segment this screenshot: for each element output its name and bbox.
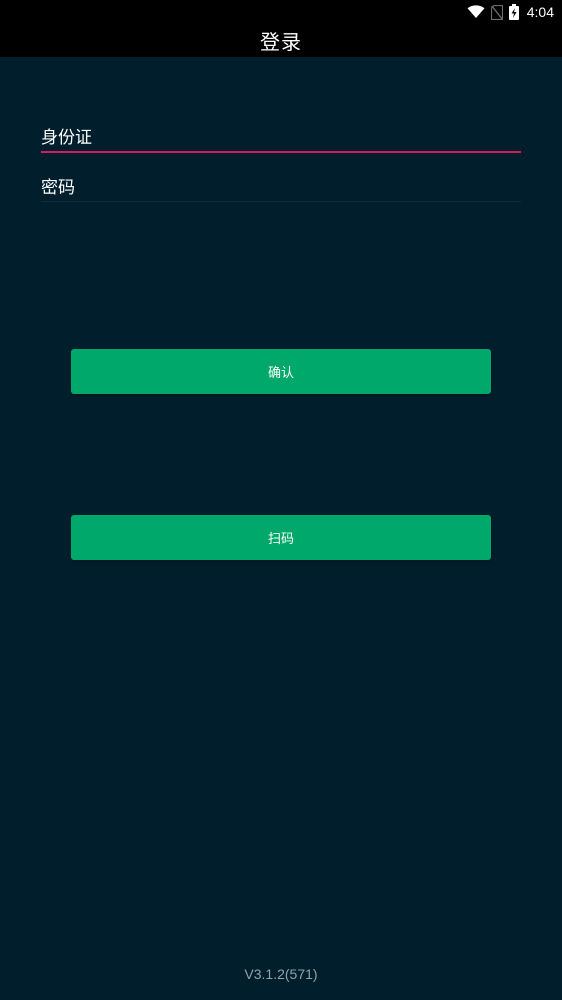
password-input[interactable]: 密码 — [41, 177, 521, 199]
confirm-button[interactable]: 确认 — [71, 349, 491, 394]
battery-charging-icon — [508, 4, 519, 20]
status-bar: 4:04 — [0, 0, 562, 24]
id-card-input[interactable]: 身份证 — [41, 127, 521, 149]
app-bar: 登录 — [0, 24, 562, 57]
wifi-icon — [467, 5, 485, 19]
password-underline — [41, 201, 521, 202]
status-time: 4:04 — [526, 4, 554, 20]
page-title: 登录 — [260, 30, 302, 54]
confirm-button-label: 确认 — [267, 366, 294, 381]
id-card-underline — [41, 151, 521, 153]
scan-button[interactable]: 扫码 — [71, 515, 491, 560]
no-sim-icon — [490, 4, 503, 20]
version-label: V3.1.2(571) — [244, 966, 318, 982]
id-card-field[interactable]: 身份证 — [41, 127, 521, 154]
password-field[interactable]: 密码 — [41, 177, 521, 204]
status-icons: 4:04 — [467, 0, 554, 24]
scan-button-label: 扫码 — [267, 532, 294, 547]
